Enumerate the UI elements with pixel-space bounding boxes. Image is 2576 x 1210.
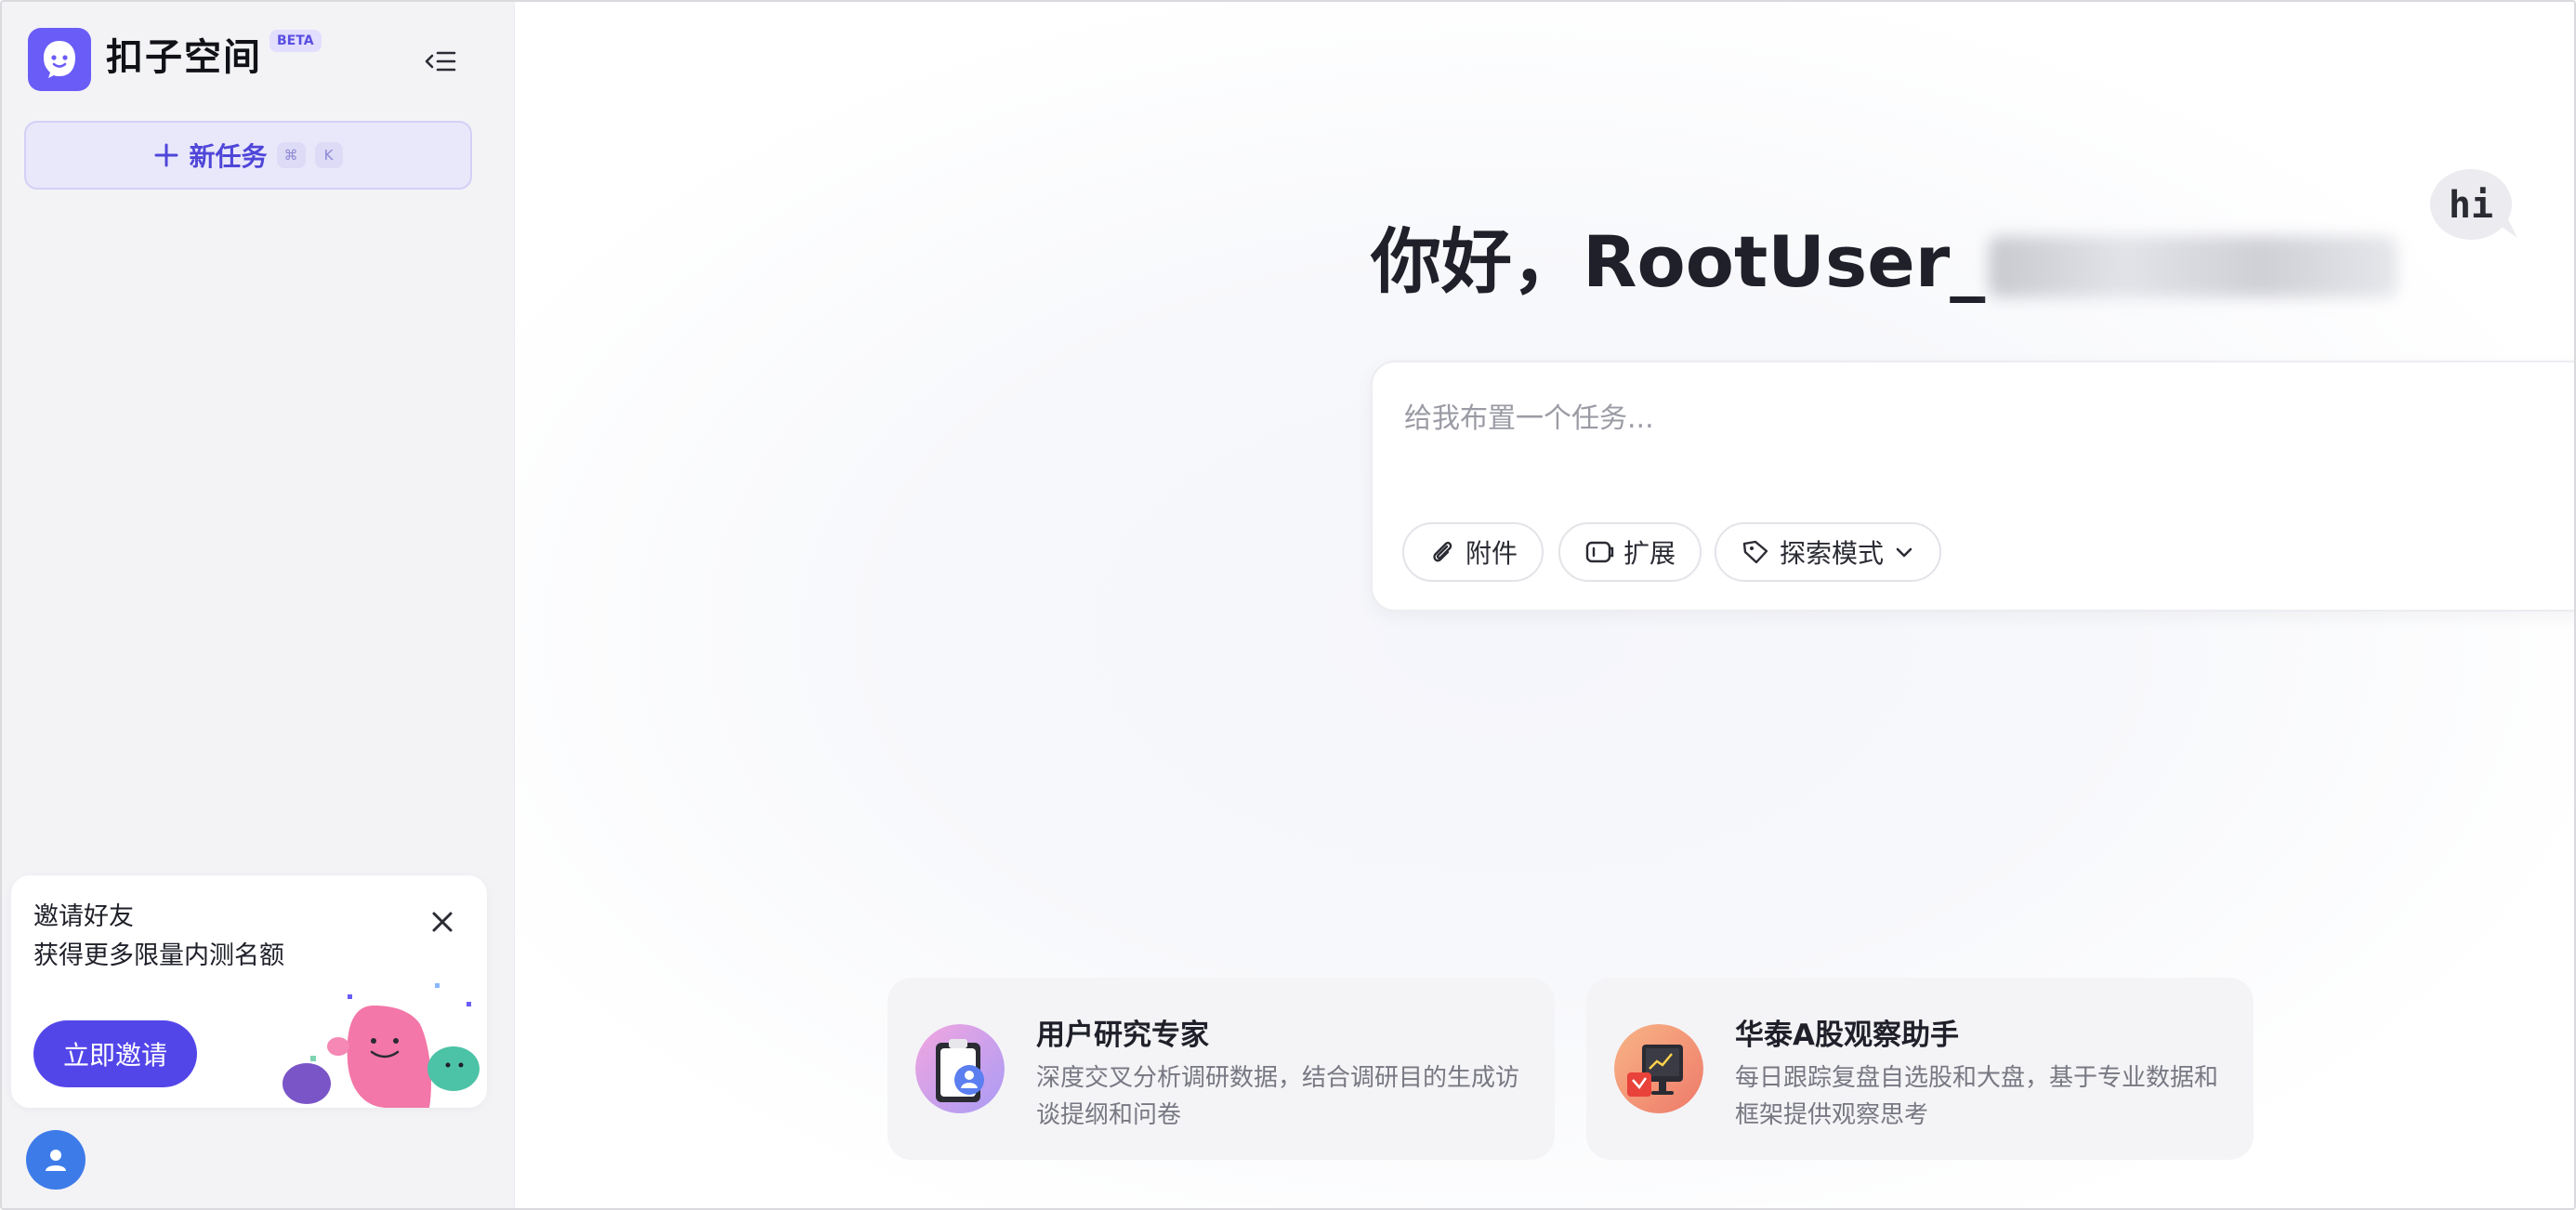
invite-subtitle: 获得更多限量内测名额 — [33, 941, 284, 970]
agent-card-user-research[interactable]: 用户研究专家 深度交叉分析调研数据，结合调研目的生成访谈提纲和问卷 — [887, 978, 1555, 1160]
plugin-icon — [1585, 541, 1614, 563]
task-input[interactable] — [1404, 390, 2574, 446]
chevron-down-icon — [1896, 547, 1912, 558]
stock-monitor-icon — [1614, 1024, 1703, 1113]
close-icon — [432, 912, 453, 932]
attach-button[interactable]: 附件 — [1402, 522, 1544, 582]
agent-description: 深度交叉分析调研数据，结合调研目的生成访谈提纲和问卷 — [1036, 1064, 1520, 1129]
collapse-sidebar-icon — [425, 51, 456, 72]
invite-now-button[interactable]: 立即邀请 — [33, 1020, 197, 1087]
agent-title: 用户研究专家 — [1036, 1019, 1209, 1052]
task-input-card: 附件 扩展 探索模式 — [1371, 361, 2574, 612]
explore-tag-icon — [1742, 540, 1768, 564]
invite-card: 邀请好友 获得更多限量内测名额 立即邀请 — [11, 875, 487, 1108]
paperclip-icon — [1433, 541, 1452, 562]
extend-button[interactable]: 扩展 — [1558, 522, 1702, 582]
clipboard-user-icon — [915, 1024, 1005, 1113]
beta-badge: BETA — [269, 30, 322, 52]
greeting-text: 你好，RootUser_ — [1371, 220, 1986, 303]
mascot-illustration: hi — [2430, 169, 2517, 240]
blurred-username — [1989, 236, 2399, 297]
user-icon — [46, 1150, 66, 1171]
extend-label: 扩展 — [1623, 538, 1676, 569]
attach-label: 附件 — [1465, 538, 1518, 569]
agent-card-huatai-stock[interactable]: 华泰A股观察助手 每日跟踪复盘自选股和大盘，基于专业数据和框架提供观察思考 — [1586, 978, 2254, 1160]
collapse-sidebar-button[interactable] — [418, 43, 463, 80]
sidebar: 扣子空间 BETA 新任务 ⌘ K 邀请好友 获得更多限量内测名额 立即邀请 — [2, 2, 515, 1208]
agent-description: 每日跟踪复盘自选股和大盘，基于专业数据和框架提供观察思考 — [1735, 1064, 2219, 1129]
plus-icon — [154, 143, 178, 167]
shortcut-key-cmd: ⌘ — [276, 142, 306, 168]
app-window: 扣子空间 BETA 新任务 ⌘ K 邀请好友 获得更多限量内测名额 立即邀请 你… — [0, 0, 2576, 1210]
new-task-label: 新任务 — [189, 141, 268, 172]
invite-title: 邀请好友 — [33, 902, 134, 931]
new-task-button[interactable]: 新任务 ⌘ K — [24, 121, 472, 190]
invite-close-button[interactable] — [424, 903, 461, 940]
user-avatar[interactable] — [26, 1130, 85, 1190]
main-area: 你好，RootUser_ hi 给我布置一个任务... 附件 扩展 探索模式 用… — [516, 2, 2574, 1208]
agent-title: 华泰A股观察助手 — [1735, 1019, 1959, 1052]
app-logo-icon — [28, 28, 91, 91]
greeting: 你好，RootUser_ — [1371, 216, 2399, 309]
mode-label: 探索模式 — [1780, 538, 1885, 569]
invite-mascots-illustration — [283, 983, 480, 1108]
mode-dropdown[interactable]: 探索模式 — [1715, 522, 1942, 582]
shortcut-key-k: K — [314, 142, 343, 168]
hi-bubble-text: hi — [2449, 184, 2493, 227]
app-name: 扣子空间 — [106, 36, 262, 79]
hi-bubble: hi — [2430, 169, 2517, 240]
